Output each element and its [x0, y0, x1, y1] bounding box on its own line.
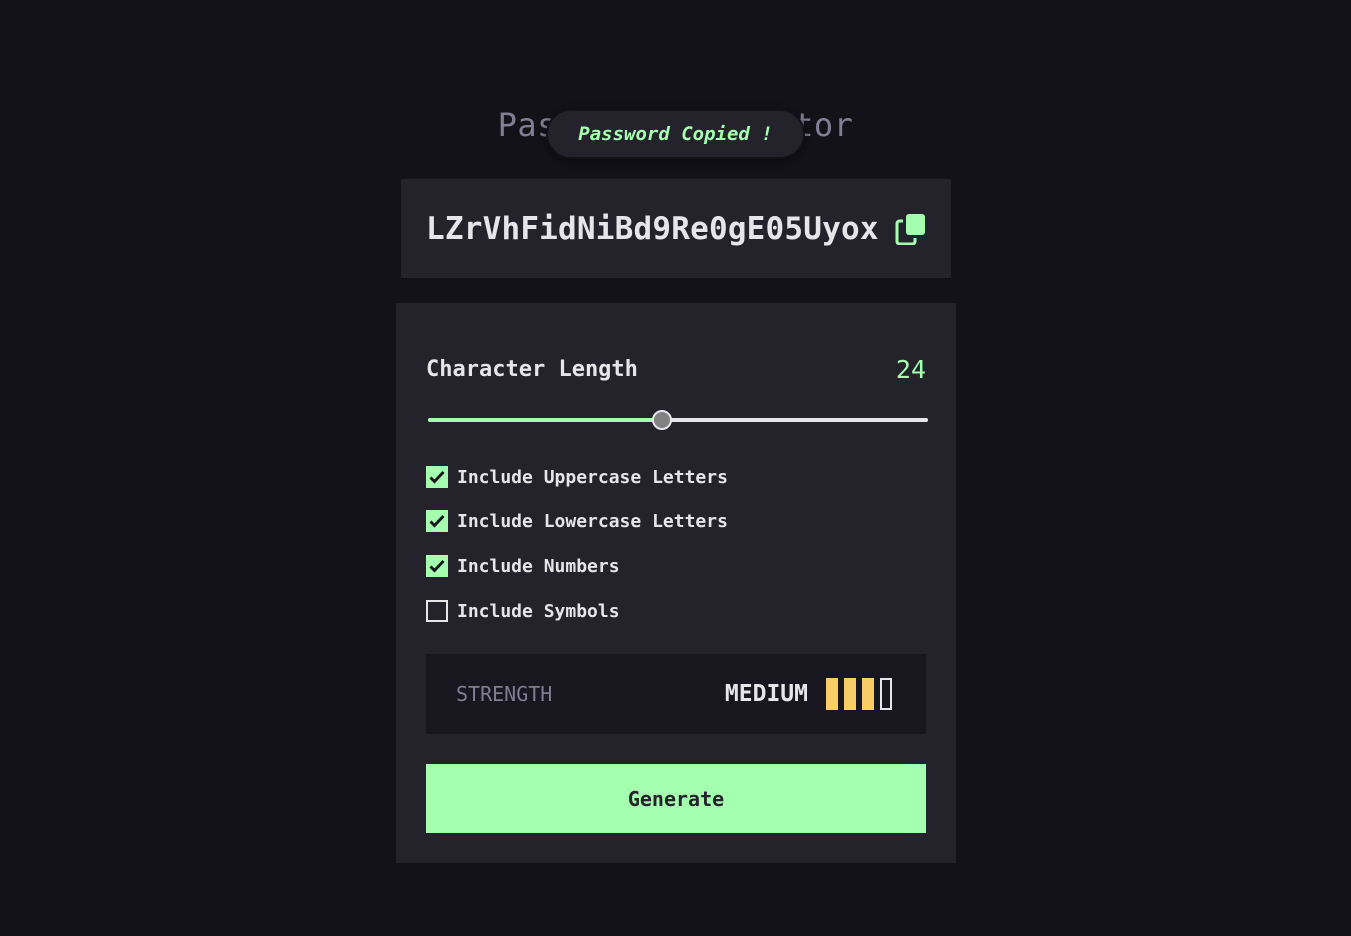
- length-label: Character Length: [426, 357, 638, 382]
- symbols-label: Include Symbols: [457, 600, 620, 622]
- generated-password: LZrVhFidNiBd9Re0gE05Uyox: [426, 210, 879, 247]
- password-copied-toast: Password Copied !: [546, 109, 805, 159]
- check-icon: [429, 514, 445, 528]
- strength-bar: [880, 678, 892, 710]
- check-icon: [429, 470, 445, 484]
- option-lowercase[interactable]: Include Lowercase Letters: [426, 510, 728, 532]
- strength-bar: [862, 678, 874, 710]
- uppercase-label: Include Uppercase Letters: [457, 466, 728, 488]
- strength-bar: [844, 678, 856, 710]
- option-uppercase[interactable]: Include Uppercase Letters: [426, 466, 728, 488]
- symbols-checkbox[interactable]: [426, 600, 448, 622]
- strength-indicator: MEDIUM: [725, 678, 892, 710]
- page: Password Generator Password Copied ! LZr…: [0, 0, 1351, 936]
- slider-fill: [428, 418, 662, 422]
- copy-icon: [895, 213, 925, 245]
- numbers-label: Include Numbers: [457, 555, 620, 577]
- length-row: Character Length 24: [426, 355, 926, 384]
- uppercase-checkbox[interactable]: [426, 466, 448, 488]
- strength-label: STRENGTH: [456, 682, 553, 706]
- copy-button[interactable]: [895, 213, 927, 245]
- strength-bars: [826, 678, 892, 710]
- lowercase-label: Include Lowercase Letters: [457, 510, 728, 532]
- slider-thumb[interactable]: [652, 410, 672, 430]
- generate-button[interactable]: Generate: [426, 764, 926, 833]
- option-symbols[interactable]: Include Symbols: [426, 600, 620, 622]
- strength-meter: STRENGTH MEDIUM: [426, 654, 926, 734]
- strength-value: MEDIUM: [724, 681, 808, 707]
- lowercase-checkbox[interactable]: [426, 510, 448, 532]
- numbers-checkbox[interactable]: [426, 555, 448, 577]
- settings-panel: Character Length 24 Include Uppercase Le…: [396, 303, 956, 863]
- strength-bar: [826, 678, 838, 710]
- length-slider[interactable]: [428, 410, 928, 430]
- password-output: LZrVhFidNiBd9Re0gE05Uyox: [401, 179, 951, 278]
- option-numbers[interactable]: Include Numbers: [426, 555, 620, 577]
- check-icon: [429, 559, 445, 573]
- length-value: 24: [895, 355, 926, 384]
